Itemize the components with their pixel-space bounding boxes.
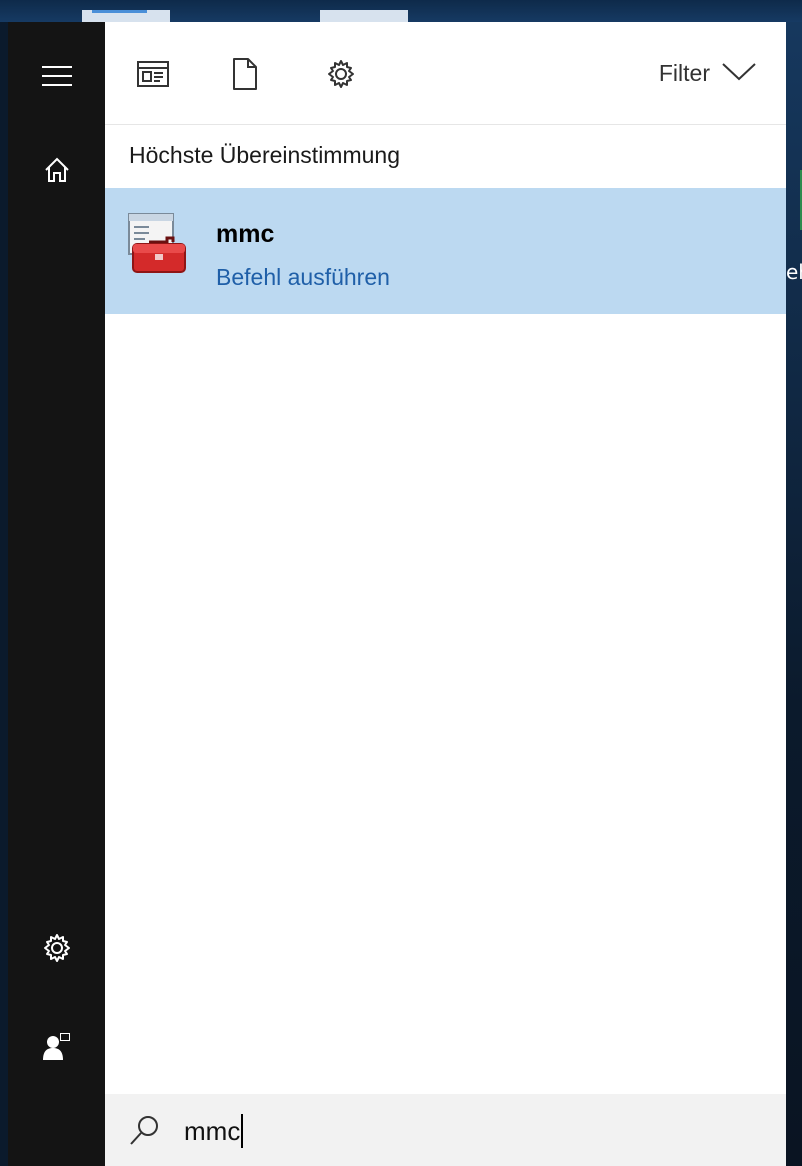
start-menu-rail xyxy=(8,22,105,1166)
settings-icon xyxy=(325,58,357,95)
desktop-background-top xyxy=(0,0,802,22)
filter-label: Filter xyxy=(658,60,710,86)
settings-button[interactable] xyxy=(8,920,105,980)
desktop-edge-text: eh xyxy=(786,260,802,284)
search-input-value: mmc xyxy=(184,1115,241,1146)
search-toolbar: Filter xyxy=(105,22,786,125)
hamburger-menu-button[interactable] xyxy=(8,48,105,108)
search-input[interactable]: mmc xyxy=(184,1114,244,1148)
hamburger-menu-icon xyxy=(41,65,72,92)
settings-icon xyxy=(41,932,73,969)
best-match-heading: Höchste Übereinstimmung xyxy=(129,142,401,168)
apps-filter-button[interactable] xyxy=(131,54,175,98)
chevron-down-icon xyxy=(710,60,756,87)
toolbox-icon xyxy=(127,212,187,278)
text-caret xyxy=(241,1114,244,1148)
best-match-result[interactable]: mmc Befehl ausführen xyxy=(105,188,786,314)
home-button[interactable] xyxy=(8,142,105,202)
search-panel: Filter Höchste Übereinstimmung mmc Befeh… xyxy=(105,22,786,1166)
search-icon xyxy=(129,1114,161,1151)
desktop-background-edge: eh xyxy=(786,22,802,1166)
taskbar-window-thumbnail[interactable] xyxy=(320,10,408,22)
settings-filter-button[interactable] xyxy=(319,54,363,98)
result-title: mmc xyxy=(216,220,275,248)
result-subtitle: Befehl ausführen xyxy=(216,264,390,290)
apps-icon xyxy=(137,60,169,93)
taskbar-window-thumbnail[interactable] xyxy=(82,10,170,22)
search-box[interactable]: mmc xyxy=(105,1094,786,1166)
user-account-button[interactable] xyxy=(8,1018,105,1078)
user-account-icon xyxy=(42,1031,72,1066)
home-icon xyxy=(44,157,70,188)
filter-dropdown[interactable]: Filter xyxy=(659,60,756,87)
documents-filter-button[interactable] xyxy=(223,54,267,98)
document-icon xyxy=(232,57,258,96)
